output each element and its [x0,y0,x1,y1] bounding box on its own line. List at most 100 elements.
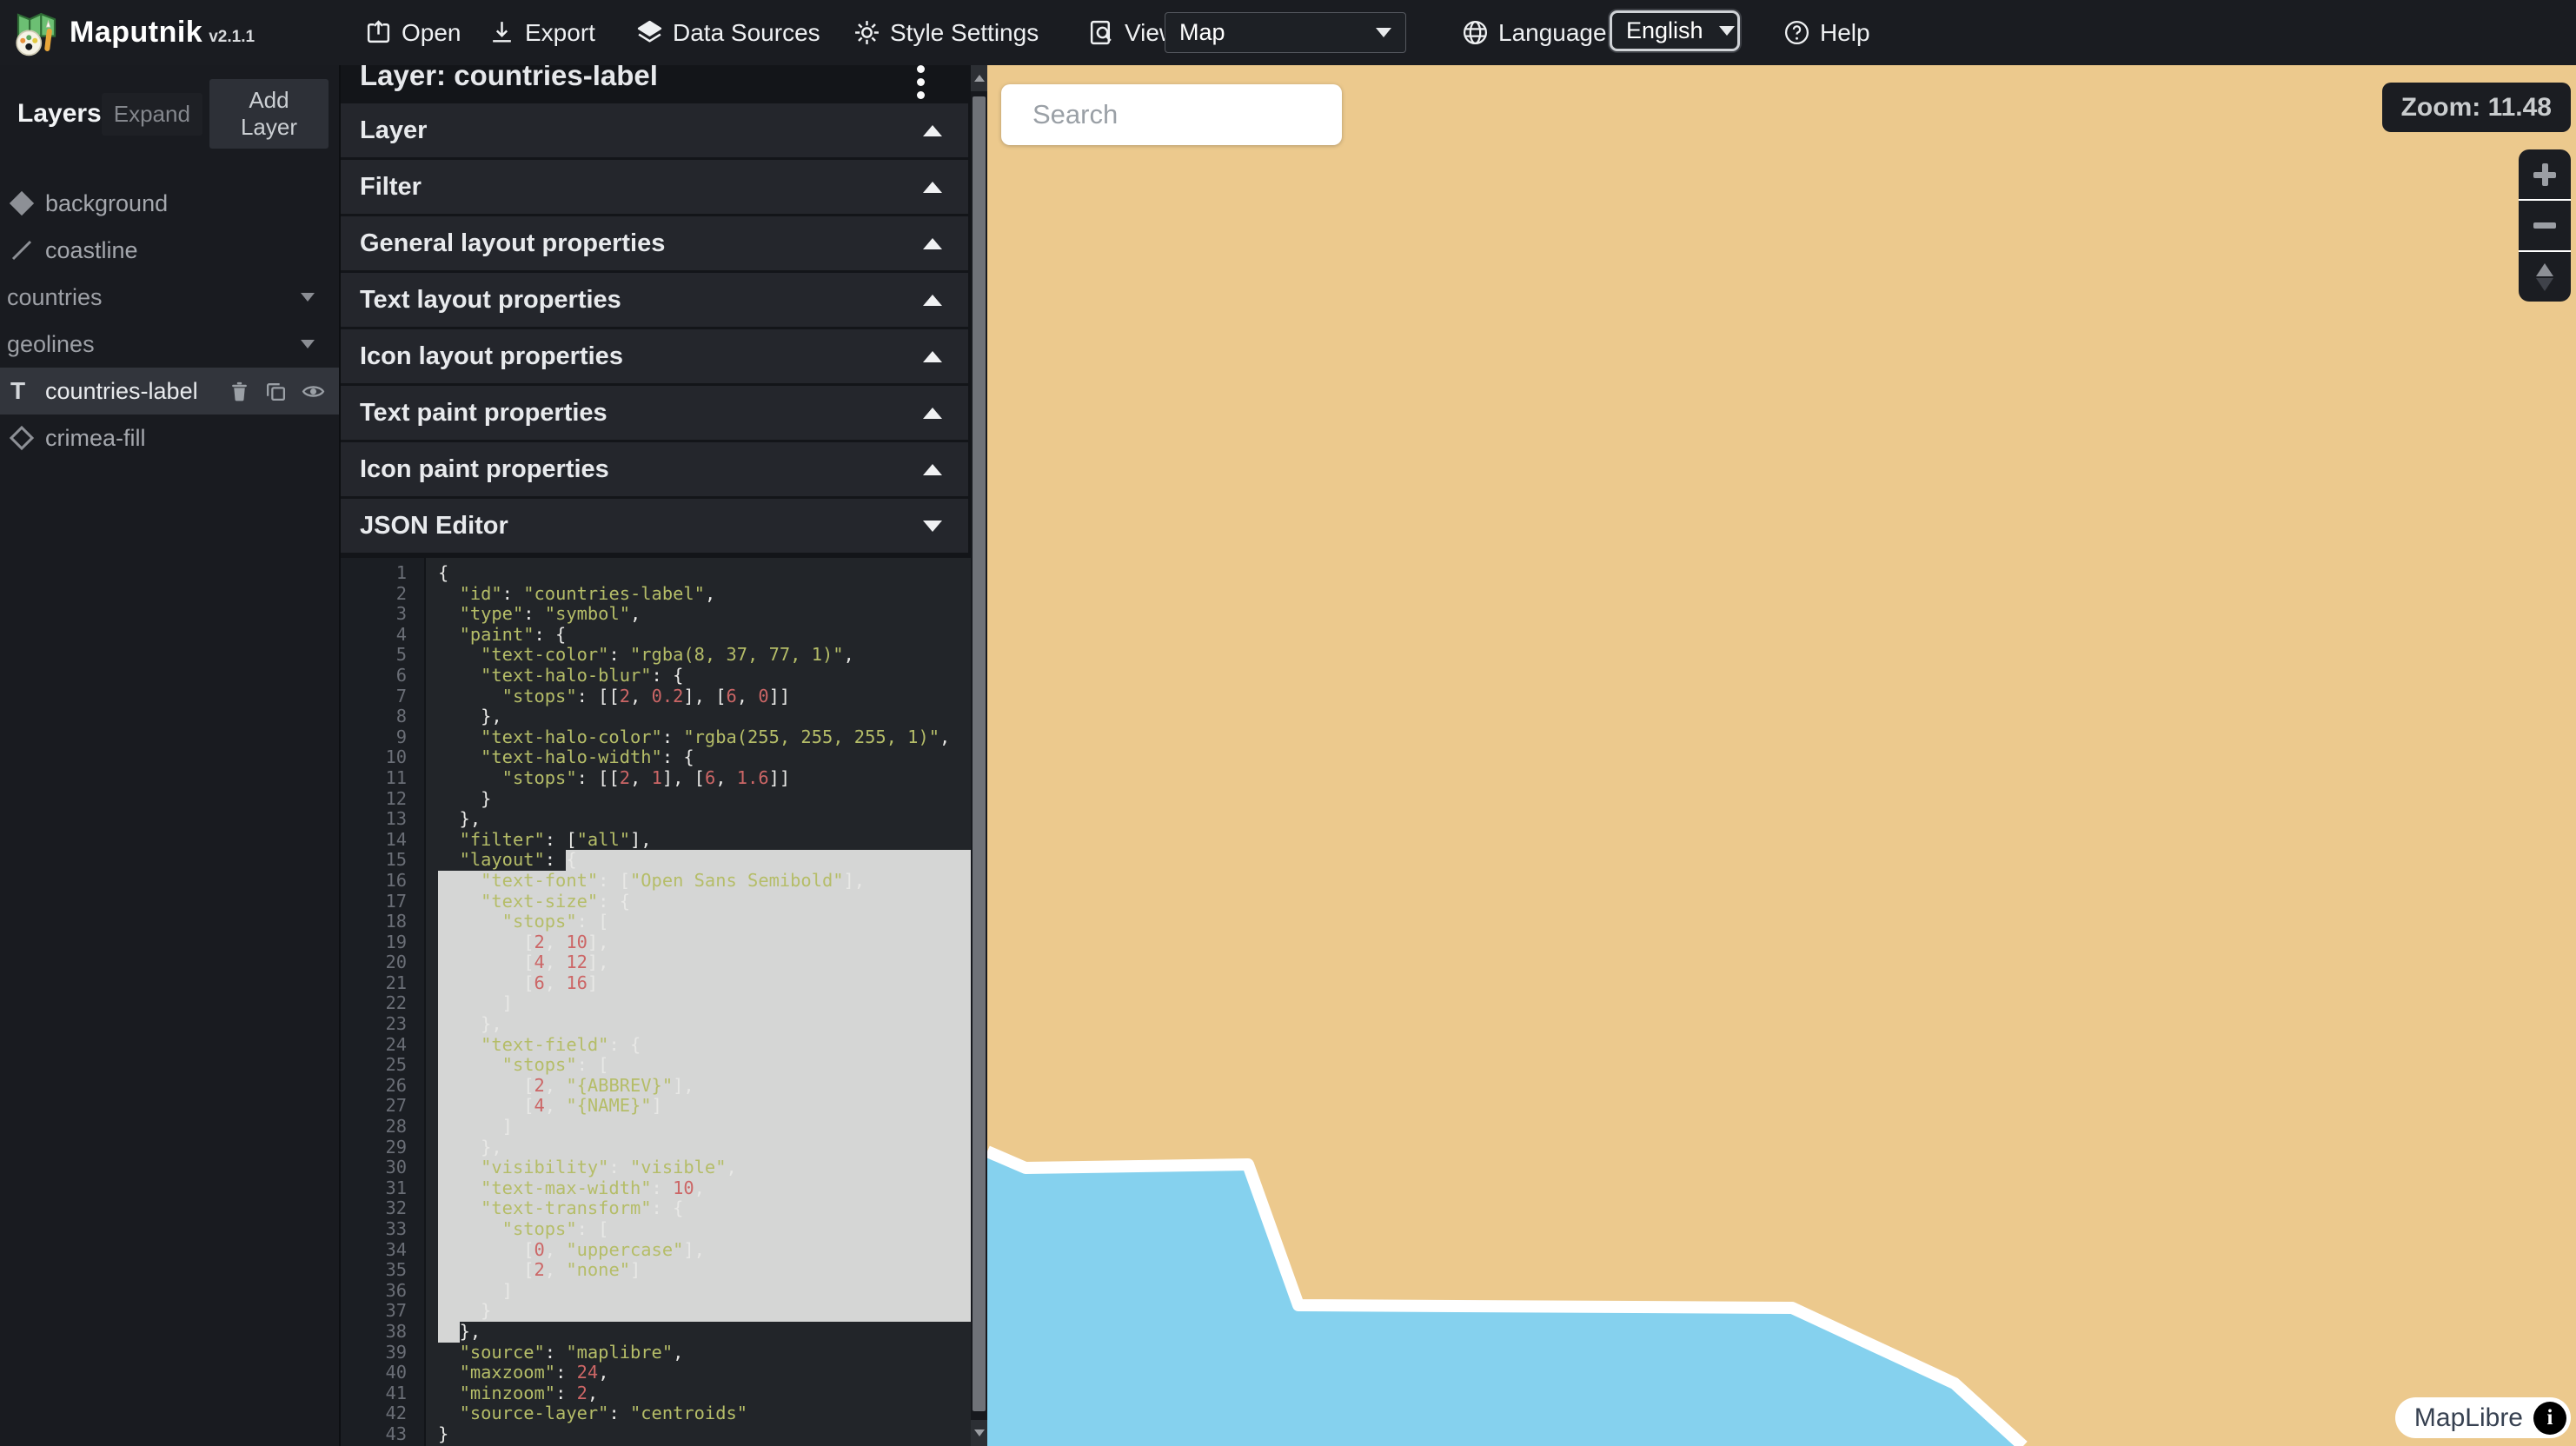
zoom-in-button[interactable] [2519,149,2571,199]
search-input[interactable] [1031,98,1381,131]
layer-item-countries-label[interactable]: Tcountries-label [0,368,339,415]
map-attribution[interactable]: MapLibre i [2395,1397,2571,1438]
delete-icon[interactable] [229,381,250,402]
code-line-14: 14 "filter": ["all"], [341,830,973,851]
code-line-4: 4 "paint": { [341,625,973,646]
help-icon [1783,19,1810,46]
add-layer-button[interactable]: Add Layer [209,79,329,149]
code-line-19: 19 [2, 10], [341,932,973,953]
app-brand: Maputnik v2.1.1 [12,0,255,65]
section-text-paint-properties[interactable]: Text paint properties [341,386,968,440]
chevron-down-icon[interactable] [301,340,315,348]
export-menu-item[interactable]: Export [488,0,595,65]
layer-name: crimea-fill [45,425,146,452]
help-menu-item[interactable]: Help [1783,0,1870,65]
attribution-label: MapLibre [2414,1403,2523,1433]
language-label: Language [1498,19,1607,47]
section-json-editor[interactable]: JSON Editor [341,499,968,553]
section-filter[interactable]: Filter [341,160,968,214]
code-line-18: 18 "stops": [ [341,912,973,932]
code-line-43: 43} [341,1424,973,1445]
maputnik-app: Maputnik v2.1.1 Open Export Data Sources [0,0,2576,1446]
code-line-34: 34 [0, "uppercase"], [341,1240,973,1261]
code-line-24: 24 "text-field": { [341,1035,973,1056]
zoom-out-button[interactable] [2519,201,2571,250]
style-settings-icon [853,19,880,46]
code-line-15: 15 "layout": { [341,850,973,871]
code-line-30: 30 "visibility": "visible", [341,1157,973,1178]
code-line-21: 21 [6, 16] [341,973,973,994]
expand-button[interactable]: Expand [102,93,202,136]
language-select[interactable]: English [1610,10,1740,51]
code-line-9: 9 "text-halo-color": "rgba(255, 255, 255… [341,727,973,748]
layer-group-countries[interactable]: countries [0,274,339,321]
chevron-down-icon[interactable] [301,293,315,302]
export-label: Export [525,19,595,47]
code-line-11: 11 "stops": [[2, 1], [6, 1.6]] [341,768,973,789]
open-menu-item[interactable]: Open [365,0,461,65]
code-line-33: 33 "stops": [ [341,1219,973,1240]
chevron-down-icon [1719,26,1735,36]
code-line-27: 27 [4, "{NAME}"] [341,1096,973,1117]
style-settings-menu-item[interactable]: Style Settings [853,0,1039,65]
map-canvas[interactable]: Zoom: 11.48 MapLibre i [987,65,2576,1446]
export-icon [488,19,515,46]
symbol-layer-icon: T [10,377,25,405]
map-zoom-controls [2519,149,2571,302]
compass-button[interactable] [2519,252,2571,302]
code-line-12: 12 } [341,789,973,810]
layer-item-crimea-fill[interactable]: crimea-fill [0,415,339,461]
minus-icon [2533,222,2556,229]
app-version: v2.1.1 [209,28,255,47]
map-search [1001,84,1342,145]
code-line-25: 25 "stops": [ [341,1055,973,1076]
layer-group-geolines[interactable]: geolines [0,321,339,368]
layer-item-background[interactable]: background [0,180,339,227]
view-select[interactable]: Map [1165,12,1406,53]
layer-list: background coastline countries geolines Tcou… [0,180,339,461]
code-line-28: 28 ] [341,1117,973,1138]
view-menu-item[interactable]: View [1088,0,1177,65]
collapse-down-icon [923,521,942,532]
layer-name: geolines [7,331,95,358]
json-editor[interactable]: 1{2 "id": "countries-label",3 "type": "s… [341,558,973,1446]
plus-icon [2533,163,2556,186]
section-layer[interactable]: Layer [341,103,968,157]
info-icon[interactable]: i [2533,1402,2566,1435]
section-icon-paint-properties[interactable]: Icon paint properties [341,442,968,496]
code-line-1: 1{ [341,563,973,584]
layer-editor-panel: Layer: countries-label LayerFilterGenera… [339,65,987,1446]
layers-title: Layers [17,99,102,129]
zoom-indicator: Zoom: 11.48 [2382,83,2571,132]
language-select-value: English [1626,17,1703,44]
view-icon [1088,19,1115,46]
language-menu-item: Language [1462,0,1607,65]
code-line-10: 10 "text-halo-width": { [341,747,973,768]
more-options-icon[interactable] [907,65,933,103]
section-icon-layout-properties[interactable]: Icon layout properties [341,329,968,383]
section-text-layout-properties[interactable]: Text layout properties [341,273,968,327]
data-sources-icon [636,19,663,46]
code-line-32: 32 "text-transform": { [341,1198,973,1219]
panel-scrollbar[interactable] [971,65,987,1446]
layer-item-coastline[interactable]: coastline [0,227,339,274]
scroll-up-icon[interactable] [971,65,987,91]
collapse-up-icon [923,464,942,475]
scroll-down-icon[interactable] [971,1420,987,1446]
layer-editor-title: Layer: countries-label [360,65,658,92]
app-title: Maputnik [70,16,202,50]
code-line-39: 39 "source": "maplibre", [341,1343,973,1363]
duplicate-icon[interactable] [265,381,287,402]
scrollbar-thumb[interactable] [973,96,986,1411]
data-sources-menu-item[interactable]: Data Sources [636,0,820,65]
layer-name: countries [7,284,103,311]
layer-name: background [45,190,168,217]
compass-icon [2536,263,2553,291]
chevron-down-icon [1376,28,1391,37]
code-lines: 1{2 "id": "countries-label",3 "type": "s… [341,563,973,1445]
visibility-icon[interactable] [302,381,325,402]
globe-icon [1462,19,1489,46]
code-line-23: 23 }, [341,1014,973,1035]
section-general-layout-properties[interactable]: General layout properties [341,216,968,270]
layer-name: countries-label [45,378,198,405]
